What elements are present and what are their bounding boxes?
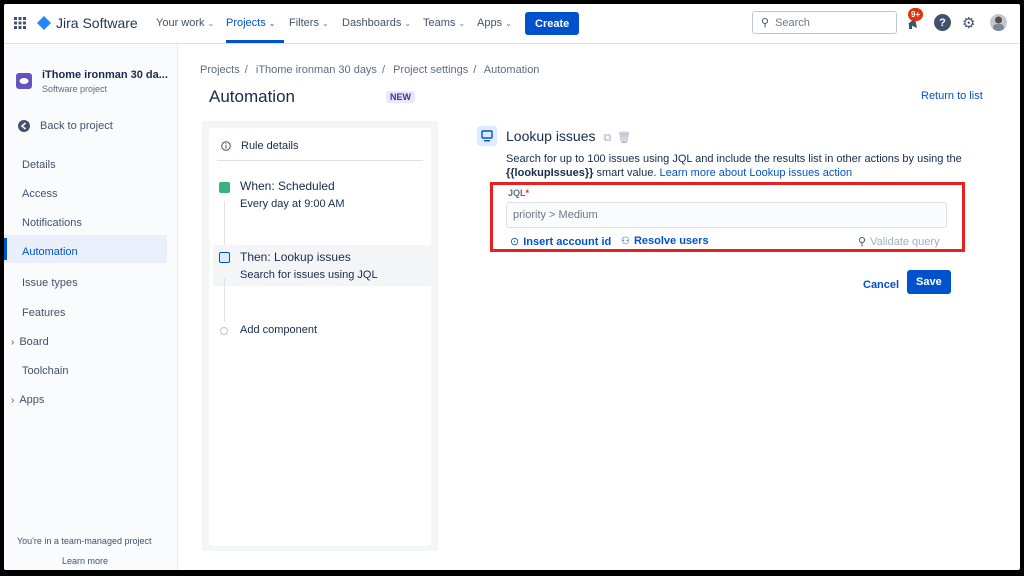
chevron-right-icon: › (11, 394, 15, 406)
sidebar-selected-indicator (4, 238, 7, 260)
chevron-down-icon: ⌄ (404, 18, 412, 28)
smart-value: {{lookupIssues}} (506, 167, 594, 179)
top-navigation: Jira Software Your work ⌄ Projects ⌄ Filte… (4, 4, 1020, 44)
rule-details-label: Rule details (241, 140, 299, 152)
search-icon: ⚲ (761, 17, 770, 29)
search-placeholder: Search (775, 16, 810, 29)
help-icon[interactable]: ? (934, 14, 951, 31)
jira-window: Jira Software Your work ⌄ Projects ⌄ Filte… (4, 4, 1020, 570)
sidebar-item-details[interactable]: Details (22, 157, 56, 173)
cancel-button[interactable]: Cancel (855, 274, 907, 296)
nav-projects[interactable]: Projects ⌄ (226, 4, 275, 42)
divider (217, 160, 423, 161)
return-to-list-link[interactable]: Return to list (921, 90, 983, 102)
learn-more-link[interactable]: Learn more (62, 556, 108, 566)
trigger-description: Every day at 9:00 AM (240, 198, 345, 210)
jira-logo[interactable]: Jira Software (37, 4, 138, 42)
project-type: Software project (42, 84, 108, 94)
search-icon: ⚲ (858, 236, 867, 248)
action-detail-title: Lookup issues ⧉ 🗑 (506, 128, 632, 144)
jira-diamond-icon (37, 16, 51, 30)
chevron-down-icon: ⌄ (458, 18, 466, 28)
active-nav-indicator (226, 40, 284, 43)
create-button[interactable]: Create (525, 12, 580, 35)
sidebar-item-apps[interactable]: › Apps (11, 392, 44, 408)
rule-card: Rule details When: Scheduled Every day a… (209, 128, 435, 546)
chevron-right-icon: › (11, 336, 15, 348)
computer-icon (477, 126, 497, 146)
calendar-icon (219, 182, 230, 193)
people-icon: ⚇ (621, 235, 630, 247)
chevron-down-icon: ⌄ (268, 18, 276, 28)
back-to-project-link[interactable]: Back to project (18, 120, 113, 132)
breadcrumb-settings[interactable]: Project settings (393, 64, 468, 76)
project-avatar (16, 73, 32, 89)
project-sidebar: iThome ironman 30 da... Software project… (4, 44, 178, 570)
new-badge: NEW (386, 91, 415, 103)
insert-account-id-link[interactable]: ⊙ Insert account id (510, 235, 611, 249)
nav-teams[interactable]: Teams ⌄ (423, 4, 465, 42)
save-button[interactable]: Save (907, 270, 951, 294)
add-component-button[interactable]: Add component (240, 324, 317, 336)
breadcrumb: Projects / iThome ironman 30 days / Projec… (200, 64, 540, 76)
team-managed-note: You're in a team-managed project (17, 536, 152, 546)
action-description-text: Search for up to 100 issues using JQL an… (506, 153, 962, 179)
chevron-down-icon: ⌄ (207, 18, 215, 28)
nav-apps[interactable]: Apps ⌄ (477, 4, 512, 42)
timeline-connector (224, 278, 225, 322)
copy-icon[interactable]: ⧉ (603, 132, 611, 144)
chevron-down-icon: ⌄ (505, 18, 512, 28)
action-title[interactable]: Then: Lookup issues (240, 250, 351, 264)
arrow-left-circle-icon (18, 120, 30, 132)
rule-components-panel: Rule details When: Scheduled Every day a… (202, 121, 438, 551)
breadcrumb-project[interactable]: iThome ironman 30 days (256, 64, 377, 76)
sidebar-item-features[interactable]: Features (22, 305, 65, 321)
jql-label: JQL* (508, 188, 530, 198)
info-icon (221, 141, 231, 151)
sidebar-item-notifications[interactable]: Notifications (22, 215, 82, 231)
search-input[interactable]: ⚲ Search (752, 11, 897, 34)
user-avatar[interactable] (990, 14, 1007, 31)
sidebar-item-toolchain[interactable]: Toolchain (22, 363, 68, 379)
nav-filters[interactable]: Filters ⌄ (289, 4, 329, 42)
jql-input[interactable] (506, 202, 947, 228)
person-icon: ⊙ (510, 236, 520, 248)
nav-your-work[interactable]: Your work ⌄ (156, 4, 214, 42)
back-label: Back to project (40, 120, 113, 132)
resolve-users-link[interactable]: ⚇ Resolve users (621, 235, 709, 247)
sidebar-item-automation[interactable]: Automation (22, 244, 78, 260)
app-switcher-icon[interactable] (14, 4, 26, 42)
rule-details-item[interactable]: Rule details (221, 140, 298, 152)
learn-more-action-link[interactable]: Learn more about Lookup issues action (659, 167, 852, 179)
trash-icon[interactable]: 🗑 (617, 132, 631, 144)
settings-gear-icon[interactable]: ⚙ (962, 4, 975, 42)
sidebar-item-issue-types[interactable]: Issue types (22, 275, 78, 291)
computer-icon (219, 252, 230, 263)
timeline-connector (224, 201, 225, 245)
trigger-title[interactable]: When: Scheduled (240, 179, 335, 193)
chevron-down-icon: ⌄ (321, 18, 329, 28)
validate-query-link[interactable]: ⚲ Validate query (858, 235, 940, 249)
project-name[interactable]: iThome ironman 30 da... (42, 69, 168, 81)
sidebar-item-access[interactable]: Access (22, 186, 57, 202)
cloud-icon (19, 78, 29, 84)
sidebar-item-board[interactable]: › Board (11, 334, 49, 350)
breadcrumb-projects[interactable]: Projects (200, 64, 240, 76)
add-dot-icon (220, 327, 228, 335)
action-description: Search for issues using JQL (240, 269, 378, 281)
product-name: Jira Software (56, 15, 138, 31)
breadcrumb-automation[interactable]: Automation (484, 64, 540, 76)
notifications-badge: 9+ (908, 8, 924, 21)
page-title: Automation (209, 87, 295, 106)
nav-dashboards[interactable]: Dashboards ⌄ (342, 4, 411, 42)
